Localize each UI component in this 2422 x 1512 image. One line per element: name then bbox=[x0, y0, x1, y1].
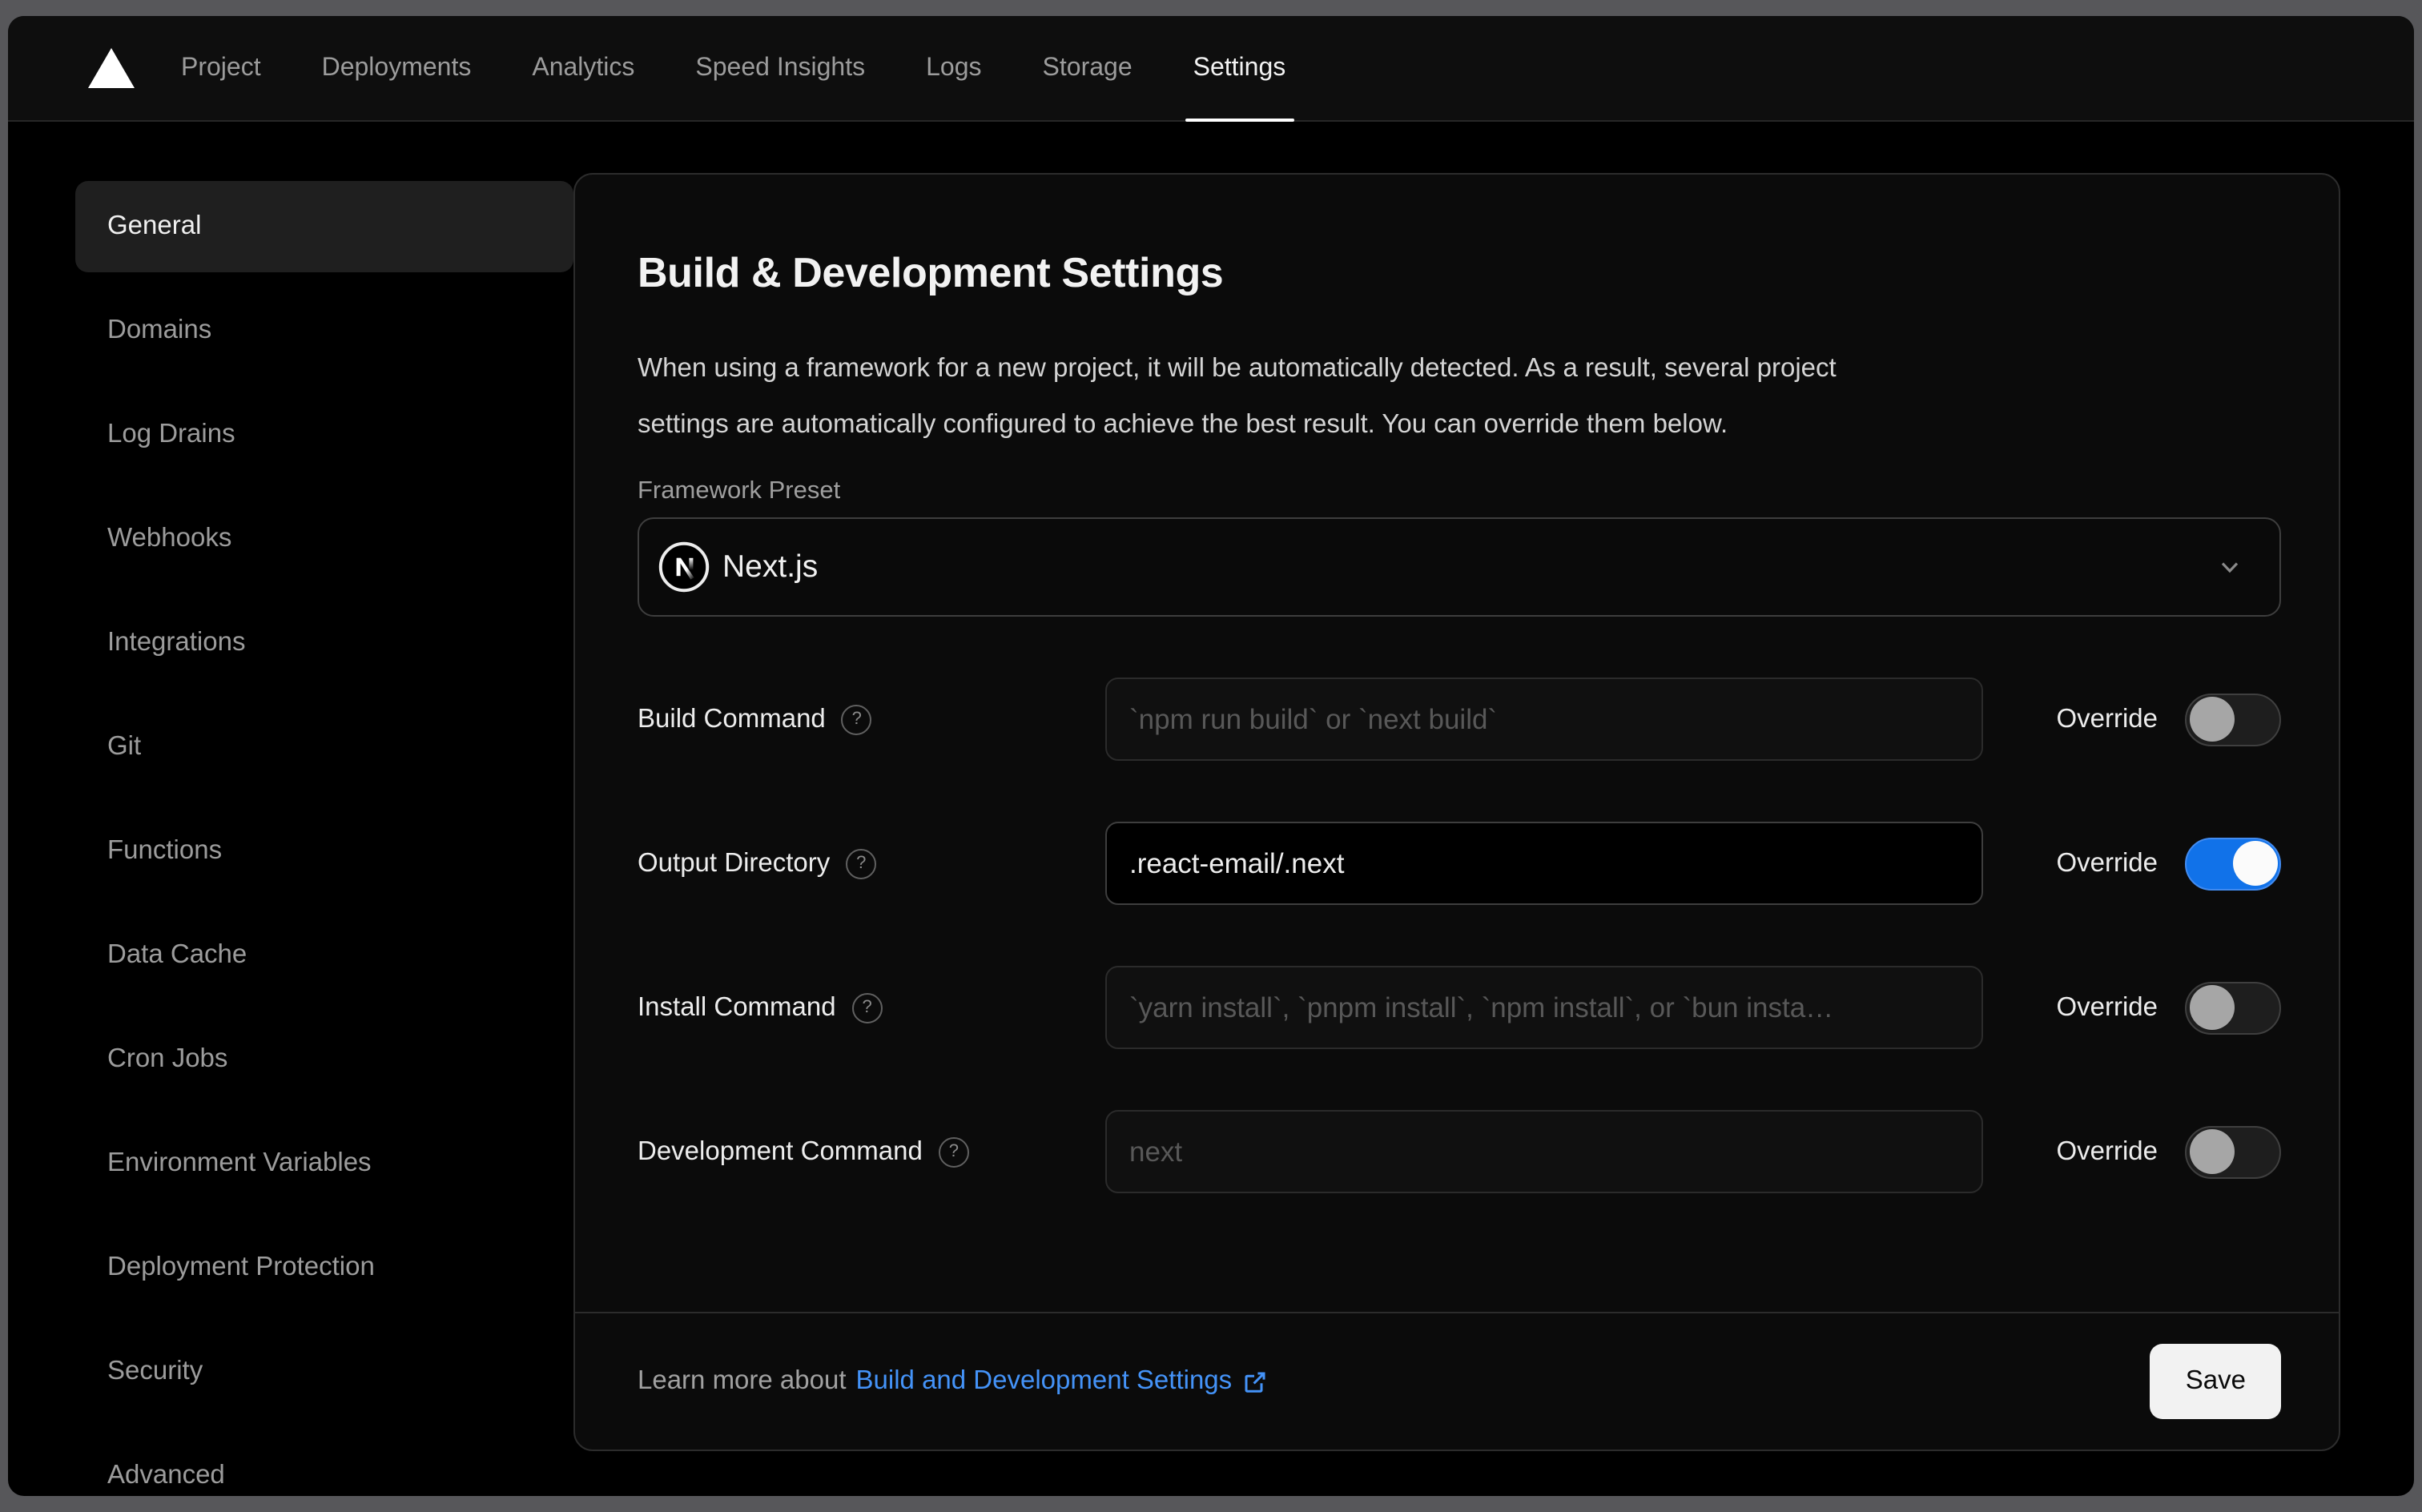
override-toggle[interactable] bbox=[2185, 693, 2281, 746]
setting-row: Install Command ? Override bbox=[638, 966, 2281, 1049]
setting-row: Development Command ? Override bbox=[638, 1110, 2281, 1193]
sidebar-item-cron-jobs[interactable]: Cron Jobs bbox=[75, 1014, 573, 1105]
framework-preset-value: Next.js bbox=[722, 549, 819, 584]
override-label: Override bbox=[2056, 992, 2158, 1021]
help-circle-icon[interactable]: ? bbox=[851, 992, 883, 1023]
toggle-knob bbox=[2189, 1129, 2234, 1174]
setting-label: Build Command bbox=[638, 704, 826, 733]
nav-item-settings[interactable]: Settings bbox=[1185, 16, 1293, 122]
card-footer: Learn more about Build and Development S… bbox=[575, 1312, 2339, 1450]
sidebar-item-git[interactable]: Git bbox=[75, 702, 573, 793]
nextjs-logo-icon bbox=[658, 541, 710, 593]
setting-label: Output Directory bbox=[638, 848, 831, 877]
override-toggle[interactable] bbox=[2185, 981, 2281, 1034]
card-description: When using a framework for a new project… bbox=[638, 341, 2281, 453]
vercel-triangle-icon[interactable] bbox=[88, 48, 135, 88]
external-link-icon bbox=[1241, 1369, 1267, 1394]
app-window: Project Deployments Analytics Speed Insight… bbox=[8, 16, 2414, 1496]
setting-rows: Build Command ? Override Output Director… bbox=[638, 678, 2281, 1193]
build-settings-link[interactable]: Build and Development Settings bbox=[856, 1366, 1268, 1397]
setting-label: Install Command bbox=[638, 992, 836, 1021]
nav-item-speed-insights[interactable]: Speed Insights bbox=[695, 16, 865, 120]
chevron-down-icon bbox=[2215, 553, 2244, 581]
content-area: General Domains Log Drains Webhooks Integrat… bbox=[8, 122, 2414, 1496]
setting-row: Output Directory ? Override bbox=[638, 822, 2281, 905]
card-title: Build & Development Settings bbox=[638, 248, 1224, 296]
sidebar-item-deployment-protection[interactable]: Deployment Protection bbox=[75, 1222, 573, 1313]
sidebar-item-integrations[interactable]: Integrations bbox=[75, 597, 573, 689]
build-settings-link-label: Build and Development Settings bbox=[855, 1366, 1233, 1395]
settings-sidebar: General Domains Log Drains Webhooks Integrat… bbox=[8, 122, 573, 1496]
sidebar-item-webhooks[interactable]: Webhooks bbox=[75, 493, 573, 585]
toggle-knob bbox=[2189, 985, 2234, 1030]
nav-item-deployments[interactable]: Deployments bbox=[322, 16, 472, 120]
toggle-knob bbox=[2232, 841, 2277, 886]
override-label: Override bbox=[2056, 704, 2158, 733]
override-toggle[interactable] bbox=[2185, 1125, 2281, 1178]
toggle-knob bbox=[2189, 697, 2234, 742]
nav-items: Project Deployments Analytics Speed Insight… bbox=[181, 16, 1293, 122]
save-button[interactable]: Save bbox=[2150, 1344, 2281, 1419]
sidebar-item-functions[interactable]: Functions bbox=[75, 806, 573, 897]
card-description-line2: settings are automatically configured to… bbox=[638, 410, 1728, 439]
screen: Project Deployments Analytics Speed Insight… bbox=[0, 0, 2422, 1512]
top-navigation: Project Deployments Analytics Speed Insight… bbox=[8, 16, 2414, 122]
output-directory-input[interactable] bbox=[1105, 822, 1983, 905]
help-circle-icon[interactable]: ? bbox=[938, 1136, 969, 1167]
build-settings-card: Build & Development Settings When using … bbox=[573, 173, 2340, 1451]
override-label: Override bbox=[2056, 848, 2158, 877]
card-description-line1: When using a framework for a new project… bbox=[638, 354, 1837, 383]
sidebar-item-advanced[interactable]: Advanced bbox=[75, 1430, 573, 1496]
sidebar-item-log-drains[interactable]: Log Drains bbox=[75, 389, 573, 481]
development-command-input[interactable] bbox=[1105, 1110, 1983, 1193]
nav-item-project[interactable]: Project bbox=[181, 16, 261, 120]
nav-item-storage[interactable]: Storage bbox=[1043, 16, 1133, 120]
override-label: Override bbox=[2056, 1136, 2158, 1165]
sidebar-item-security[interactable]: Security bbox=[75, 1326, 573, 1418]
build-command-input[interactable] bbox=[1105, 678, 1983, 761]
learn-more-text: Learn more about Build and Development S… bbox=[638, 1366, 1267, 1397]
nav-item-logs[interactable]: Logs bbox=[926, 16, 981, 120]
learn-more-prefix: Learn more about bbox=[638, 1366, 847, 1395]
sidebar-item-data-cache[interactable]: Data Cache bbox=[75, 910, 573, 1001]
framework-preset-select[interactable]: Next.js bbox=[638, 517, 2281, 617]
sidebar-item-general[interactable]: General bbox=[75, 181, 573, 272]
install-command-input[interactable] bbox=[1105, 966, 1983, 1049]
nav-item-analytics[interactable]: Analytics bbox=[532, 16, 634, 120]
sidebar-item-domains[interactable]: Domains bbox=[75, 285, 573, 376]
override-toggle[interactable] bbox=[2185, 837, 2281, 890]
setting-label: Development Command bbox=[638, 1136, 923, 1165]
main-panel: Build & Development Settings When using … bbox=[573, 122, 2414, 1451]
setting-row: Build Command ? Override bbox=[638, 678, 2281, 761]
help-circle-icon[interactable]: ? bbox=[846, 848, 877, 879]
sidebar-item-environment-variables[interactable]: Environment Variables bbox=[75, 1118, 573, 1209]
help-circle-icon[interactable]: ? bbox=[841, 704, 872, 734]
framework-preset-label: Framework Preset bbox=[638, 477, 841, 505]
